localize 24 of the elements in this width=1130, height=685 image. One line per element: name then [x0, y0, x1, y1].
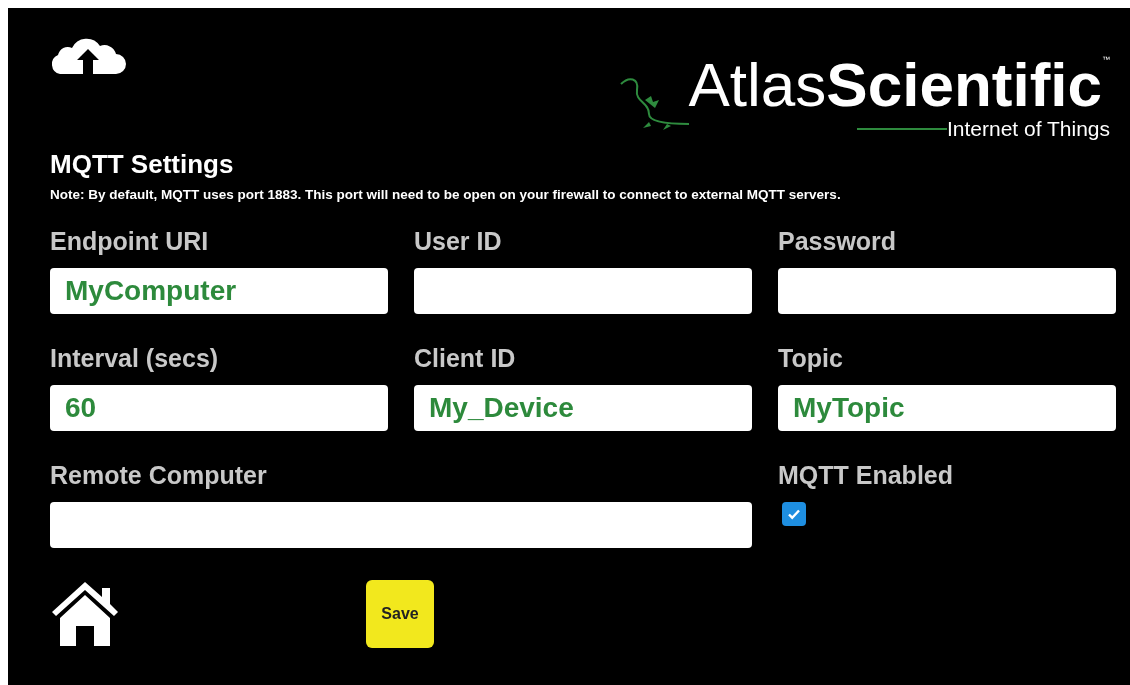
trademark: ™	[1102, 54, 1110, 66]
field-label: User ID	[414, 226, 503, 256]
text-field[interactable]: My_Device	[414, 385, 752, 431]
field-label: Interval (secs)	[50, 343, 220, 373]
save-button[interactable]: Save	[366, 580, 434, 648]
text-field[interactable]: 60	[50, 385, 388, 431]
field-label: Topic	[778, 343, 844, 373]
field-label: Endpoint URI	[50, 226, 210, 256]
text-field[interactable]: MyTopic	[778, 385, 1116, 431]
checkbox[interactable]	[782, 502, 806, 526]
text-field[interactable]: MyComputer	[50, 268, 388, 314]
logo-wordmark-light: Atlas	[688, 54, 827, 116]
field-label: Client ID	[414, 343, 517, 373]
text-field[interactable]	[778, 268, 1116, 314]
logo-wordmark-bold: Scientific	[826, 54, 1102, 116]
note-text: Note: By default, MQTT uses port 1883. This port will need to be open on your firewall to connect to external MQTT servers.	[50, 186, 842, 204]
logo-tagline: Internet of Things	[946, 116, 1110, 142]
text-field[interactable]	[50, 502, 752, 548]
text-field[interactable]	[414, 268, 752, 314]
field-label: Password	[778, 226, 898, 256]
cloud-upload-icon[interactable]	[50, 36, 126, 74]
page-title: MQTT Settings	[50, 148, 235, 180]
field-label: Remote Computer	[50, 460, 268, 490]
field-label: MQTT Enabled	[778, 460, 954, 490]
